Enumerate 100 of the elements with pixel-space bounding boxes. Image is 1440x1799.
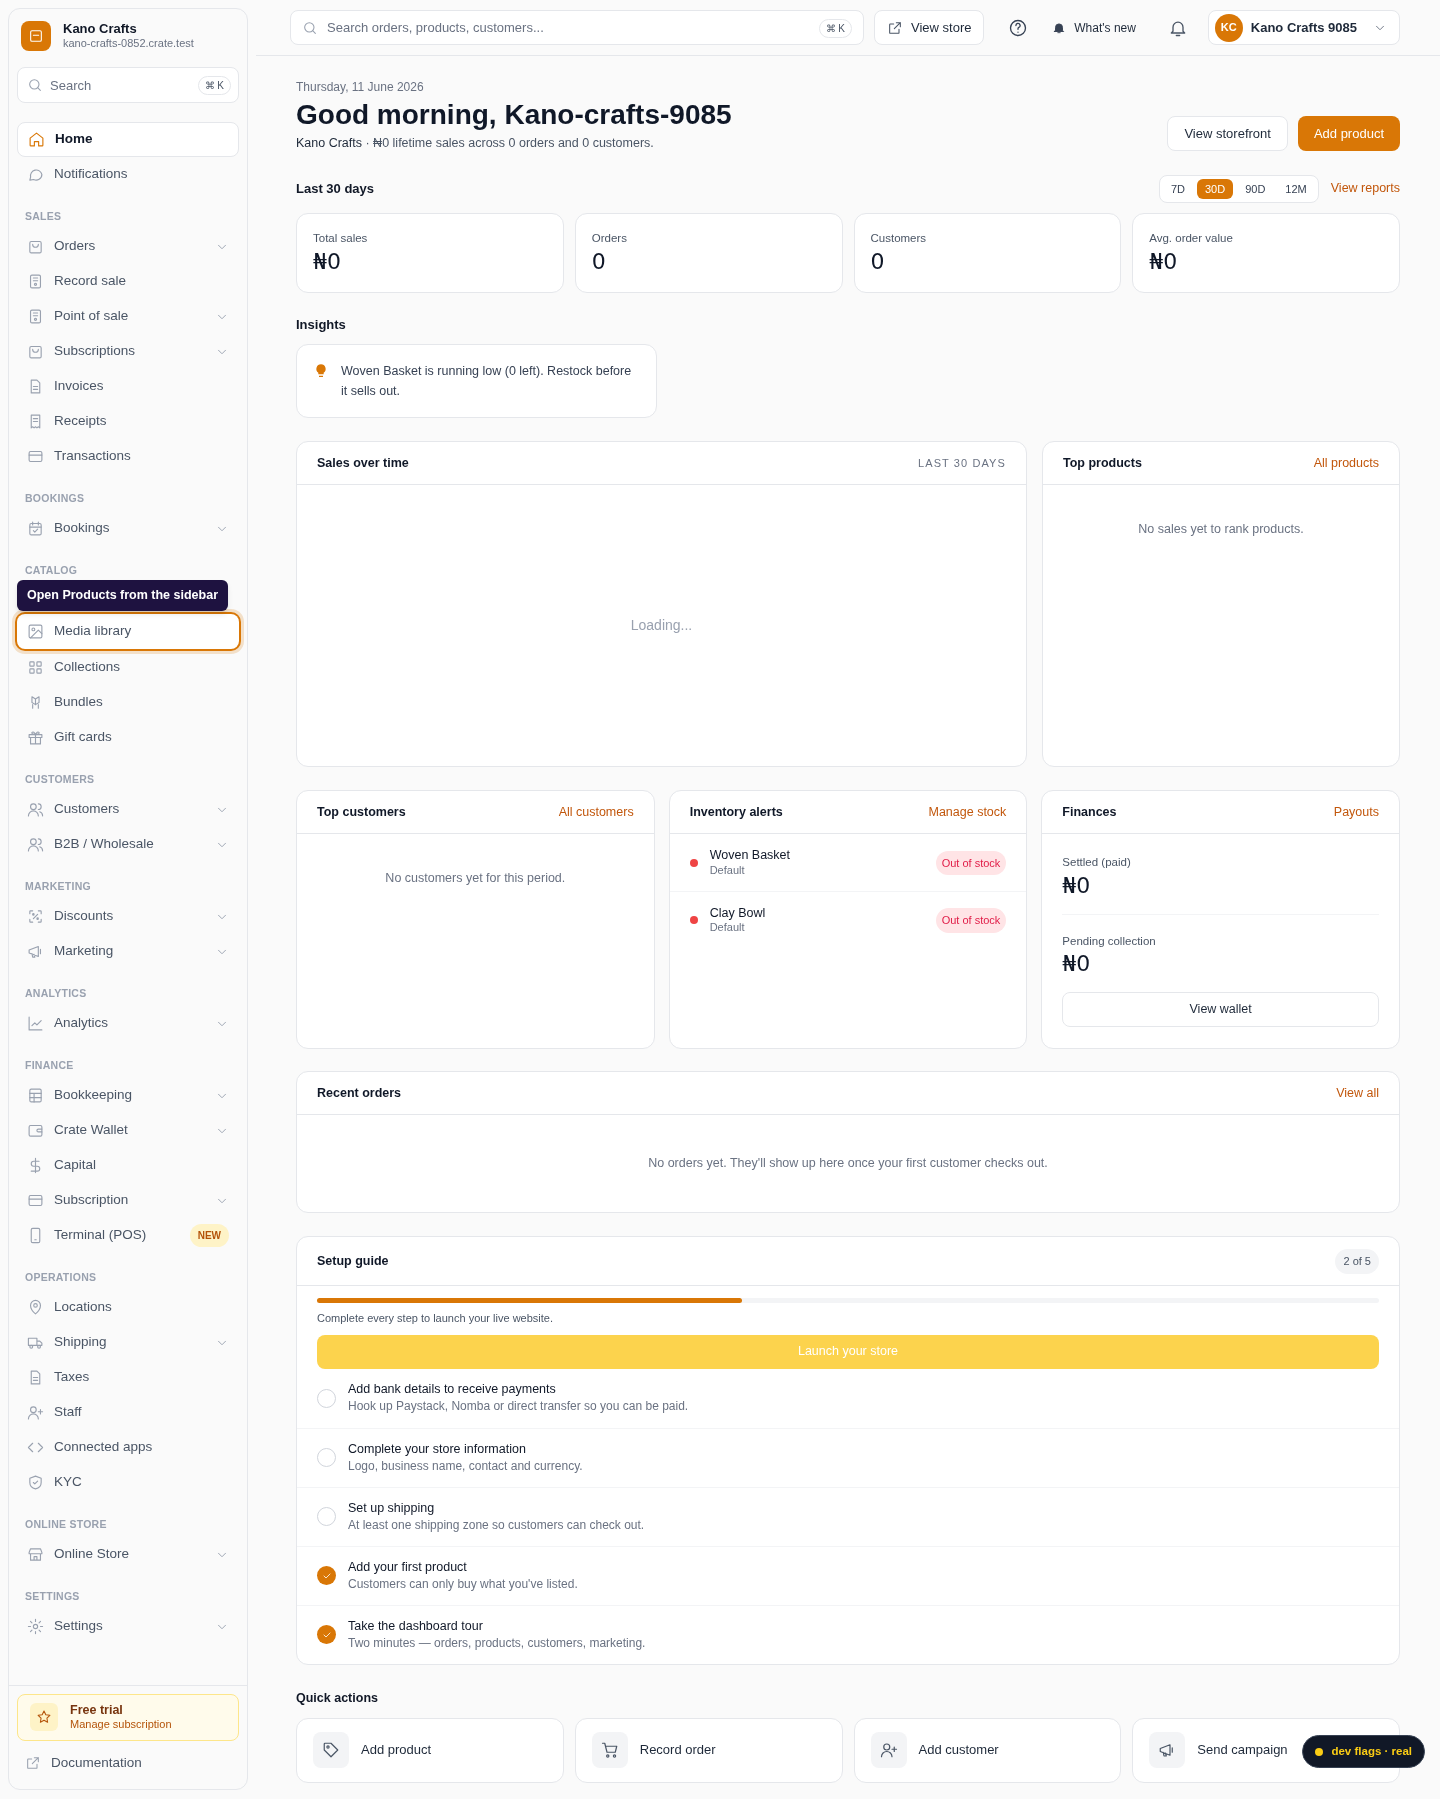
store-summary: Kano Crafts · ₦0 lifetime sales across 0 orders and 0 customers. [296, 135, 655, 152]
chat-bubble-icon [27, 166, 44, 183]
panel-link[interactable]: View all [1336, 1083, 1379, 1103]
header-button[interactable]: View storefront [1167, 115, 1288, 151]
step-title: Take the dashboard tour [348, 1617, 484, 1635]
table-icon [27, 1087, 44, 1104]
section-heading: Last 30 days [296, 180, 375, 198]
step-checkbox[interactable] [317, 1388, 336, 1408]
step-title: Add bank details to receive payments [348, 1381, 557, 1399]
section-label: SALES [24, 209, 63, 224]
search-icon [302, 20, 318, 36]
step-checkbox[interactable] [317, 1507, 336, 1527]
star-icon [36, 1709, 52, 1726]
calendar-icon [27, 520, 44, 537]
step-title: Complete your store information [348, 1440, 527, 1458]
sidebar-item[interactable]: Discounts [17, 899, 239, 934]
empty-state-text: No sales yet to rank products. [1137, 521, 1305, 539]
panel-link[interactable]: Payouts [1333, 802, 1379, 822]
step-checkbox[interactable] [317, 1448, 336, 1468]
sidebar-item[interactable]: B2B / Wholesale [17, 827, 239, 862]
section-label: ANALYTICS [24, 986, 88, 1001]
sidebar-item[interactable]: Subscription [17, 1183, 239, 1218]
stat-value: ₦0 [313, 248, 342, 276]
documentation-link[interactable]: Documentation [17, 1745, 239, 1781]
sidebar-item[interactable]: Customers [17, 792, 239, 827]
view-wallet-button[interactable]: View wallet [1062, 991, 1379, 1027]
quick-action-button[interactable]: Add customer [853, 1717, 1122, 1783]
sidebar-item[interactable]: Connected apps [17, 1430, 239, 1465]
sidebar-item[interactable]: Analytics [17, 1006, 239, 1041]
view-reports-link[interactable]: View reports [1330, 179, 1400, 199]
discount-icon [27, 908, 44, 925]
sidebar-item[interactable]: KYC [17, 1465, 239, 1500]
sidebar-item[interactable]: Point of sale [17, 299, 239, 334]
section-label: CUSTOMERS [24, 772, 96, 787]
stat-label: Avg. order value [1149, 230, 1234, 246]
shield-icon [27, 1474, 44, 1491]
stat-value: 0 [591, 248, 607, 276]
quick-action-button[interactable]: Add product [296, 1717, 564, 1783]
sidebar-item[interactable]: Staff [17, 1395, 239, 1430]
period-option[interactable]: 7D [1162, 178, 1193, 199]
step-title: Set up shipping [348, 1499, 436, 1517]
sidebar-item[interactable]: Record sale [17, 264, 239, 299]
sidebar-item[interactable]: Gift cards [17, 720, 239, 755]
finance-value: ₦0 [1062, 949, 1092, 978]
empty-state-text: No orders yet. They'll show up here once your first customer checks out. [648, 1155, 1048, 1173]
tag-icon [322, 1741, 340, 1759]
stat-label: Orders [591, 230, 628, 246]
new-badge: NEW [189, 1224, 229, 1247]
sidebar-item[interactable]: Home [17, 122, 239, 157]
account-menu[interactable]: KC Kano Crafts 9085 [1207, 10, 1400, 45]
trial-title: Free trial [70, 1702, 124, 1719]
insight-text: Woven Basket is running low (0 left). Restock before it sells out. [341, 363, 633, 401]
view-store-button[interactable]: View store [874, 10, 985, 45]
sidebar-item[interactable]: Shipping [17, 1325, 239, 1360]
step-checkbox[interactable] [317, 1566, 336, 1586]
user-plus-icon [27, 1404, 44, 1421]
sidebar-item[interactable]: Media library [17, 614, 239, 649]
period-option[interactable]: 12M [1277, 178, 1315, 199]
sidebar-item[interactable]: Notifications [17, 157, 239, 192]
sidebar-item[interactable]: Transactions [17, 439, 239, 474]
sidebar-item[interactable]: Bookings [17, 511, 239, 546]
sidebar-item[interactable]: Terminal (POS) NEW [17, 1218, 239, 1253]
sidebar-item[interactable]: Marketing [17, 934, 239, 969]
sidebar-item[interactable]: Bundles [17, 685, 239, 720]
quick-action-button[interactable]: Record order [574, 1717, 843, 1783]
lightbulb-icon [313, 363, 329, 380]
product-name: Clay Bowl [709, 905, 767, 922]
users-icon [27, 836, 44, 853]
external-link-icon [25, 1755, 41, 1771]
panel-link[interactable]: All products [1313, 453, 1379, 473]
sidebar-item[interactable]: Settings [17, 1609, 239, 1644]
panel-title: Finances [1062, 803, 1117, 821]
section-label: FINANCE [24, 1058, 75, 1073]
bell-icon [1052, 20, 1067, 35]
step-checkbox[interactable] [317, 1625, 336, 1645]
section-label: OPERATIONS [24, 1270, 98, 1285]
section-heading: Insights [296, 315, 347, 334]
sidebar-item[interactable]: Online Store [17, 1537, 239, 1572]
sidebar-item[interactable]: Bookkeeping [17, 1078, 239, 1113]
step-title: Add your first product [348, 1558, 468, 1576]
sidebar-item[interactable]: Invoices [17, 369, 239, 404]
section-label: MARKETING [24, 879, 92, 894]
credit-card-icon [27, 448, 44, 465]
panel-link[interactable]: All customers [558, 802, 634, 822]
progress-note: Complete every step to launch your live website. [317, 1311, 554, 1327]
trial-card[interactable]: Free trial Manage subscription [17, 1693, 239, 1741]
sidebar-item[interactable]: Locations [17, 1290, 239, 1325]
sidebar-item[interactable]: Orders [17, 229, 239, 264]
sidebar-item[interactable]: Receipts [17, 404, 239, 439]
sidebar-item[interactable]: Crate Wallet [17, 1113, 239, 1148]
empty-state-text: No customers yet for this period. [384, 870, 567, 888]
panel-title: Setup guide [317, 1252, 389, 1270]
sidebar-item[interactable]: Subscriptions [17, 334, 239, 369]
whats-new-button[interactable]: What's new [1044, 10, 1144, 45]
sidebar-item[interactable]: Collections [17, 650, 239, 685]
sidebar-item[interactable]: Taxes [17, 1360, 239, 1395]
dev-flags-toast[interactable]: dev flags · real [1302, 1735, 1425, 1768]
period-option[interactable]: 90D [1237, 178, 1274, 199]
sidebar-item[interactable]: Capital [17, 1148, 239, 1183]
panel-link[interactable]: Manage stock [928, 802, 1007, 822]
